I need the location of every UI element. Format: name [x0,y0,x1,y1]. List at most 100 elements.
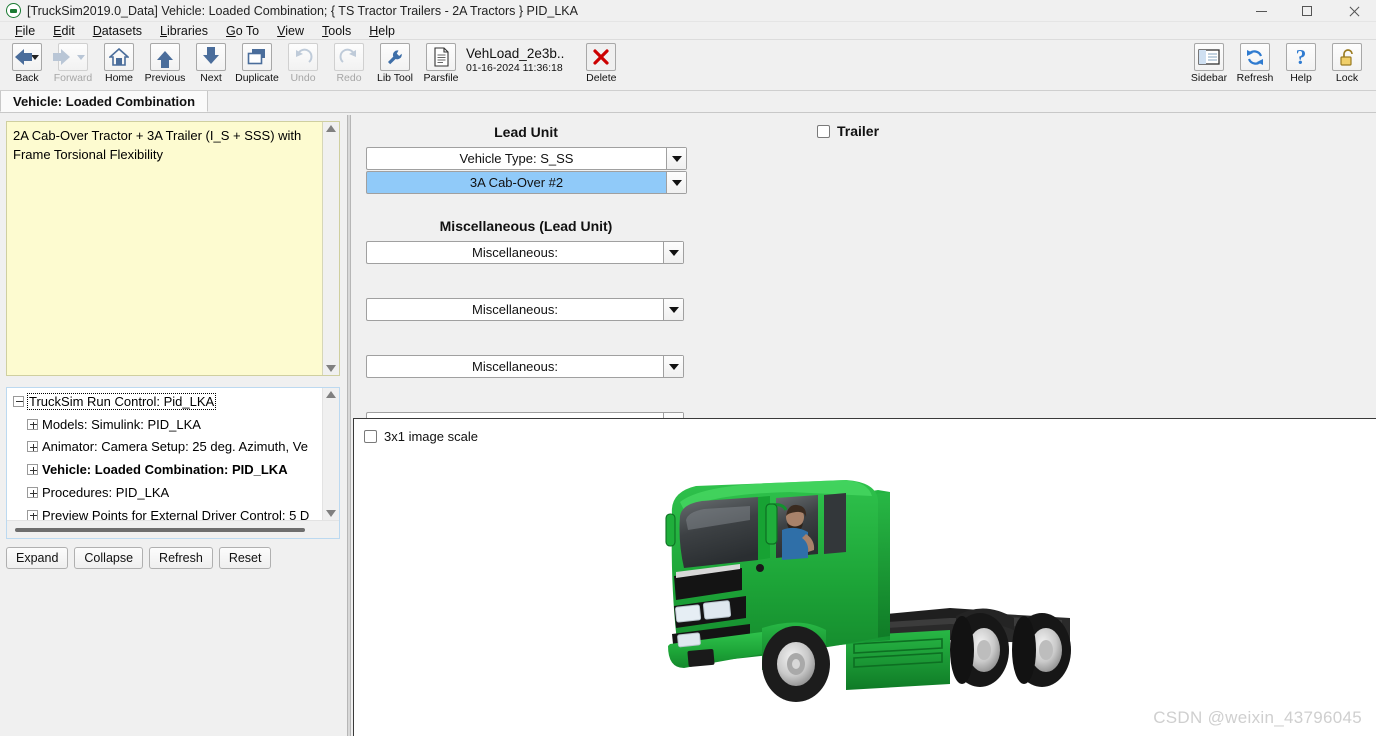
menu-goto[interactable]: Go To [217,23,268,39]
toolbar-forward-button[interactable]: Forward [50,40,96,89]
redo-icon [334,43,364,71]
misc-combo-arrow[interactable] [663,299,683,320]
misc-combo-arrow[interactable] [663,356,683,377]
chevron-down-icon [77,54,85,60]
toolbar-refresh-button[interactable]: Refresh [1232,40,1278,89]
cab-over-combo-arrow[interactable] [666,172,686,193]
arrow-right-icon [53,43,88,71]
menu-libraries[interactable]: Libraries [151,23,217,39]
tree-item-preview-points[interactable]: Preview Points for External Driver Contr… [13,504,322,520]
misc-combo-3[interactable]: Miscellaneous: [366,355,684,378]
minimize-icon [1255,10,1267,12]
tree-item-procedures[interactable]: Procedures: PID_LKA [13,481,322,504]
toolbar-lock-button[interactable]: Lock [1324,40,1370,89]
description-scrollbar[interactable] [322,122,339,375]
menu-help-label: Help [369,23,395,38]
tree-horizontal-scrollbar[interactable] [7,520,339,538]
menu-edit[interactable]: Edit [44,23,84,39]
image-scale-checkbox[interactable] [364,430,377,443]
misc-combo-2[interactable]: Miscellaneous: [366,298,684,321]
reset-button[interactable]: Reset [218,547,272,569]
menu-view-label: View [277,23,305,38]
tree-item-models-simulink[interactable]: Models: Simulink: PID_LKA [13,413,322,436]
sidebar-icon [1194,43,1224,71]
menu-goto-label: Go To [226,23,260,38]
tree-item-run-control[interactable]: TruckSim Run Control: Pid_LKA [13,390,322,413]
tree-expand-toggle-icon[interactable] [27,418,38,430]
toolbar-back-label: Back [15,72,39,84]
red-x-icon [586,43,617,71]
menu-help[interactable]: Help [360,23,404,39]
refresh-tree-button[interactable]: Refresh [149,547,213,569]
toolbar-duplicate-button[interactable]: Duplicate [234,40,280,89]
document-icon [426,43,456,71]
toolbar-previous-button[interactable]: Previous [142,40,188,89]
wrench-icon [380,43,410,71]
tree-expand-toggle-icon[interactable] [27,464,38,476]
padlock-icon [1332,43,1362,71]
toolbar-undo-button[interactable]: Undo [280,40,326,89]
tree-expand-toggle-icon[interactable] [27,441,38,453]
vehicle-type-combo-arrow[interactable] [666,148,686,169]
toolbar-lock-label: Lock [1335,72,1359,84]
chevron-down-icon [671,155,682,162]
toolbar-next-button[interactable]: Next [188,40,234,89]
expand-button[interactable]: Expand [6,547,69,569]
vehicle-type-combo[interactable]: Vehicle Type: S_SS [366,147,687,170]
tree-collapse-toggle-icon[interactable] [13,395,24,407]
menu-bar: File Edit Datasets Libraries Go To View … [0,22,1376,40]
toolbar-help-button[interactable]: ? Help [1278,40,1324,89]
collapse-button[interactable]: Collapse [74,547,144,569]
arrow-down-icon [196,43,226,71]
menu-libraries-label: Libraries [160,23,208,38]
toolbar-home-button[interactable]: Home [96,40,142,89]
menu-tools-label: Tools [322,23,352,38]
trailer-checkbox-row[interactable]: Trailer [817,123,879,139]
app-logo-icon [6,3,21,18]
vehicle-type-combo-value: Vehicle Type: S_SS [459,151,574,166]
misc-combo-1[interactable]: Miscellaneous: [366,241,684,264]
toolbar-right-group: Sidebar Refresh ? Help Lock [1186,40,1370,89]
toolbar-redo-button[interactable]: Redo [326,40,372,89]
tree-item-animator-camera-setup[interactable]: Animator: Camera Setup: 25 deg. Azimuth,… [13,436,322,459]
tree-expand-toggle-icon[interactable] [27,509,38,520]
scroll-up-arrow-icon[interactable] [326,391,336,398]
chevron-down-icon [668,249,679,256]
tree-item-label: Procedures: PID_LKA [42,485,170,501]
scroll-down-arrow-icon[interactable] [326,365,336,372]
red-x-icon-svg [593,49,609,65]
menu-view[interactable]: View [268,23,313,39]
maximize-button[interactable] [1284,0,1330,22]
tree-expand-toggle-icon[interactable] [27,487,38,499]
chevron-down-icon [31,54,39,60]
close-button[interactable] [1330,0,1376,22]
main-content: 2A Cab-Over Tractor + 3A Trailer (I_S + … [0,115,1376,736]
menu-file[interactable]: File [6,23,44,39]
miscellaneous-title: Miscellaneous (Lead Unit) [439,218,613,234]
toolbar-sidebar-button[interactable]: Sidebar [1186,40,1232,89]
tab-vehicle-loaded-combination[interactable]: Vehicle: Loaded Combination [0,90,209,112]
minimize-button[interactable] [1238,0,1284,22]
scroll-up-arrow-icon[interactable] [326,125,336,132]
toolbar-libtool-button[interactable]: Lib Tool [372,40,418,89]
tree-item-label: Vehicle: Loaded Combination: PID_LKA [42,462,288,478]
menu-file-label: File [15,23,36,38]
trailer-checkbox[interactable] [817,124,830,138]
menu-tools[interactable]: Tools [313,23,360,39]
description-text[interactable]: 2A Cab-Over Tractor + 3A Trailer (I_S + … [7,122,322,375]
image-scale-checkbox-row[interactable]: 3x1 image scale [364,429,478,444]
tree-item-vehicle-loaded-combination[interactable]: Vehicle: Loaded Combination: PID_LKA [13,458,322,481]
toolbar-delete-button[interactable]: Delete [578,40,624,89]
scroll-down-arrow-icon[interactable] [326,510,336,517]
menu-datasets[interactable]: Datasets [84,23,151,39]
toolbar-parsfile-button[interactable]: Parsfile [418,40,464,89]
tree-vertical-scrollbar[interactable] [322,388,339,520]
horizontal-scroll-thumb[interactable] [15,528,305,532]
cab-over-combo[interactable]: 3A Cab-Over #2 [366,171,687,194]
document-icon-svg [433,47,449,67]
wrench-icon-svg [388,49,402,64]
toolbar-back-button[interactable]: Back [4,40,50,89]
tree-item-label: TruckSim Run Control: Pid_LKA [26,392,217,410]
misc-combo-arrow[interactable] [663,242,683,263]
pane-splitter[interactable] [347,115,351,736]
